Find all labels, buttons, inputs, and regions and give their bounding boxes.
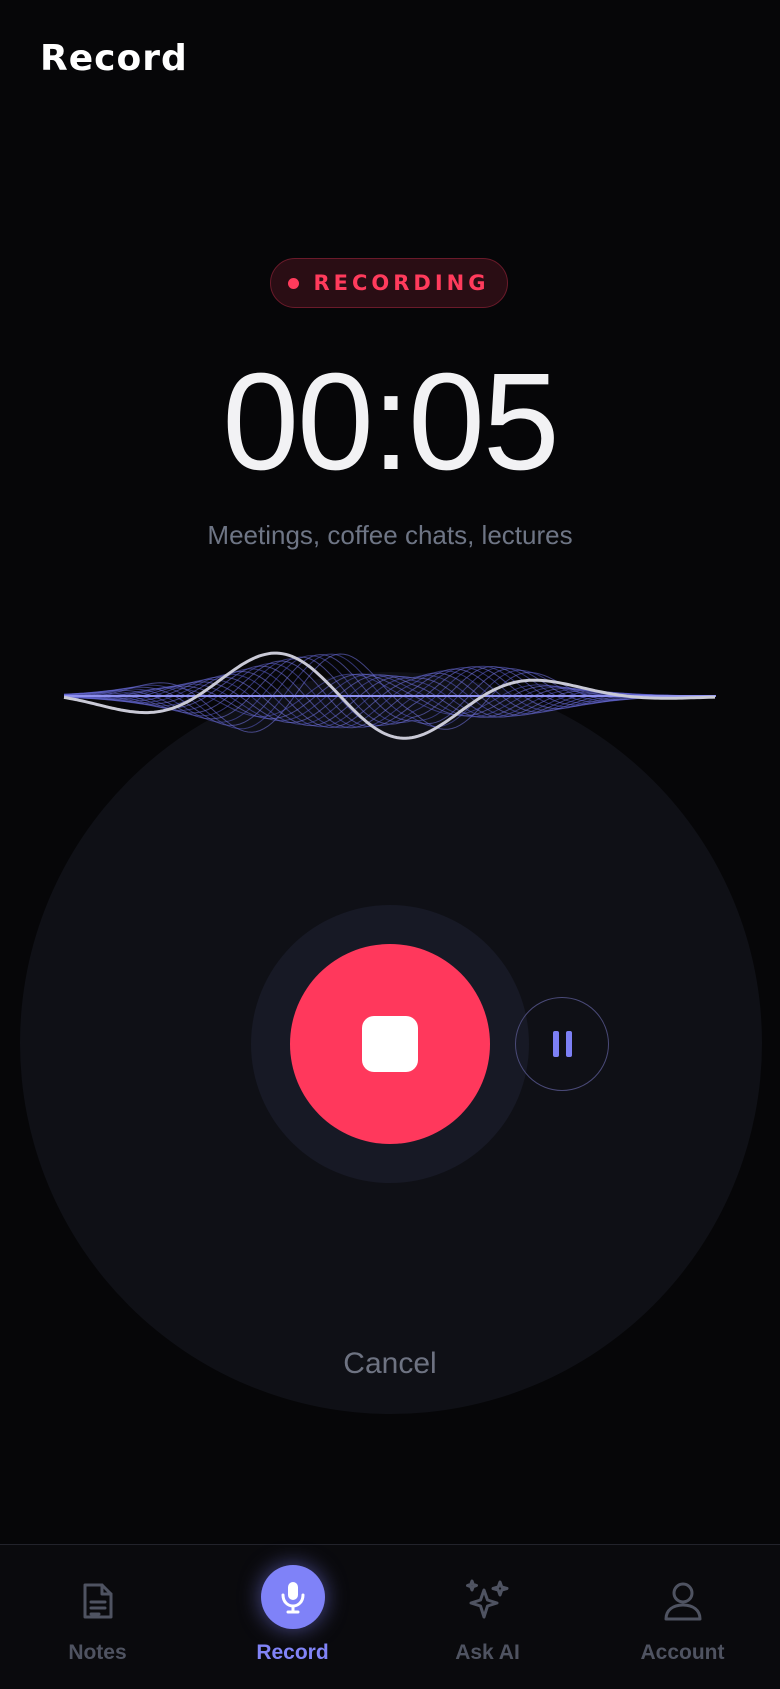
tab-notes[interactable]: Notes <box>0 1545 195 1689</box>
sparkles-icon <box>464 1577 512 1625</box>
tab-account-label: Account <box>640 1641 725 1664</box>
stop-recording-button[interactable] <box>290 944 490 1144</box>
tab-notes-label: Notes <box>68 1641 127 1664</box>
microphone-icon <box>260 1565 325 1629</box>
waveform-strands <box>63 653 717 733</box>
recording-status-badge: RECORDING <box>270 258 508 308</box>
page-title: Record <box>40 38 188 79</box>
stop-icon <box>362 1016 418 1072</box>
recording-subtitle: Meetings, coffee chats, lectures <box>207 520 573 550</box>
recording-status-label: RECORDING <box>313 271 490 295</box>
recording-dot-icon <box>288 277 300 289</box>
cancel-button[interactable]: Cancel <box>290 1346 490 1382</box>
tab-account[interactable]: Account <box>585 1545 780 1689</box>
audio-waveform <box>63 651 717 740</box>
tab-ask-ai[interactable]: Ask AI <box>390 1545 585 1689</box>
pause-icon-bar <box>565 1031 572 1057</box>
waveform-strand <box>63 675 716 727</box>
record-screen: Record RECORDING 00:05 Meetings, coffee … <box>0 0 780 1689</box>
tab-ask-ai-label: Ask AI <box>455 1641 520 1664</box>
pause-recording-button[interactable] <box>515 997 609 1091</box>
tab-record[interactable]: Record <box>195 1545 390 1689</box>
tab-record-label: Record <box>256 1641 329 1664</box>
pause-icon <box>552 1031 559 1057</box>
bottom-tab-bar: Notes Record Ask AI Account <box>0 1544 780 1689</box>
document-icon <box>74 1577 122 1625</box>
waveform-strand <box>63 653 716 730</box>
waveform-strand <box>63 658 717 727</box>
user-icon <box>659 1577 707 1625</box>
recording-timer: 00:05 <box>222 345 559 499</box>
